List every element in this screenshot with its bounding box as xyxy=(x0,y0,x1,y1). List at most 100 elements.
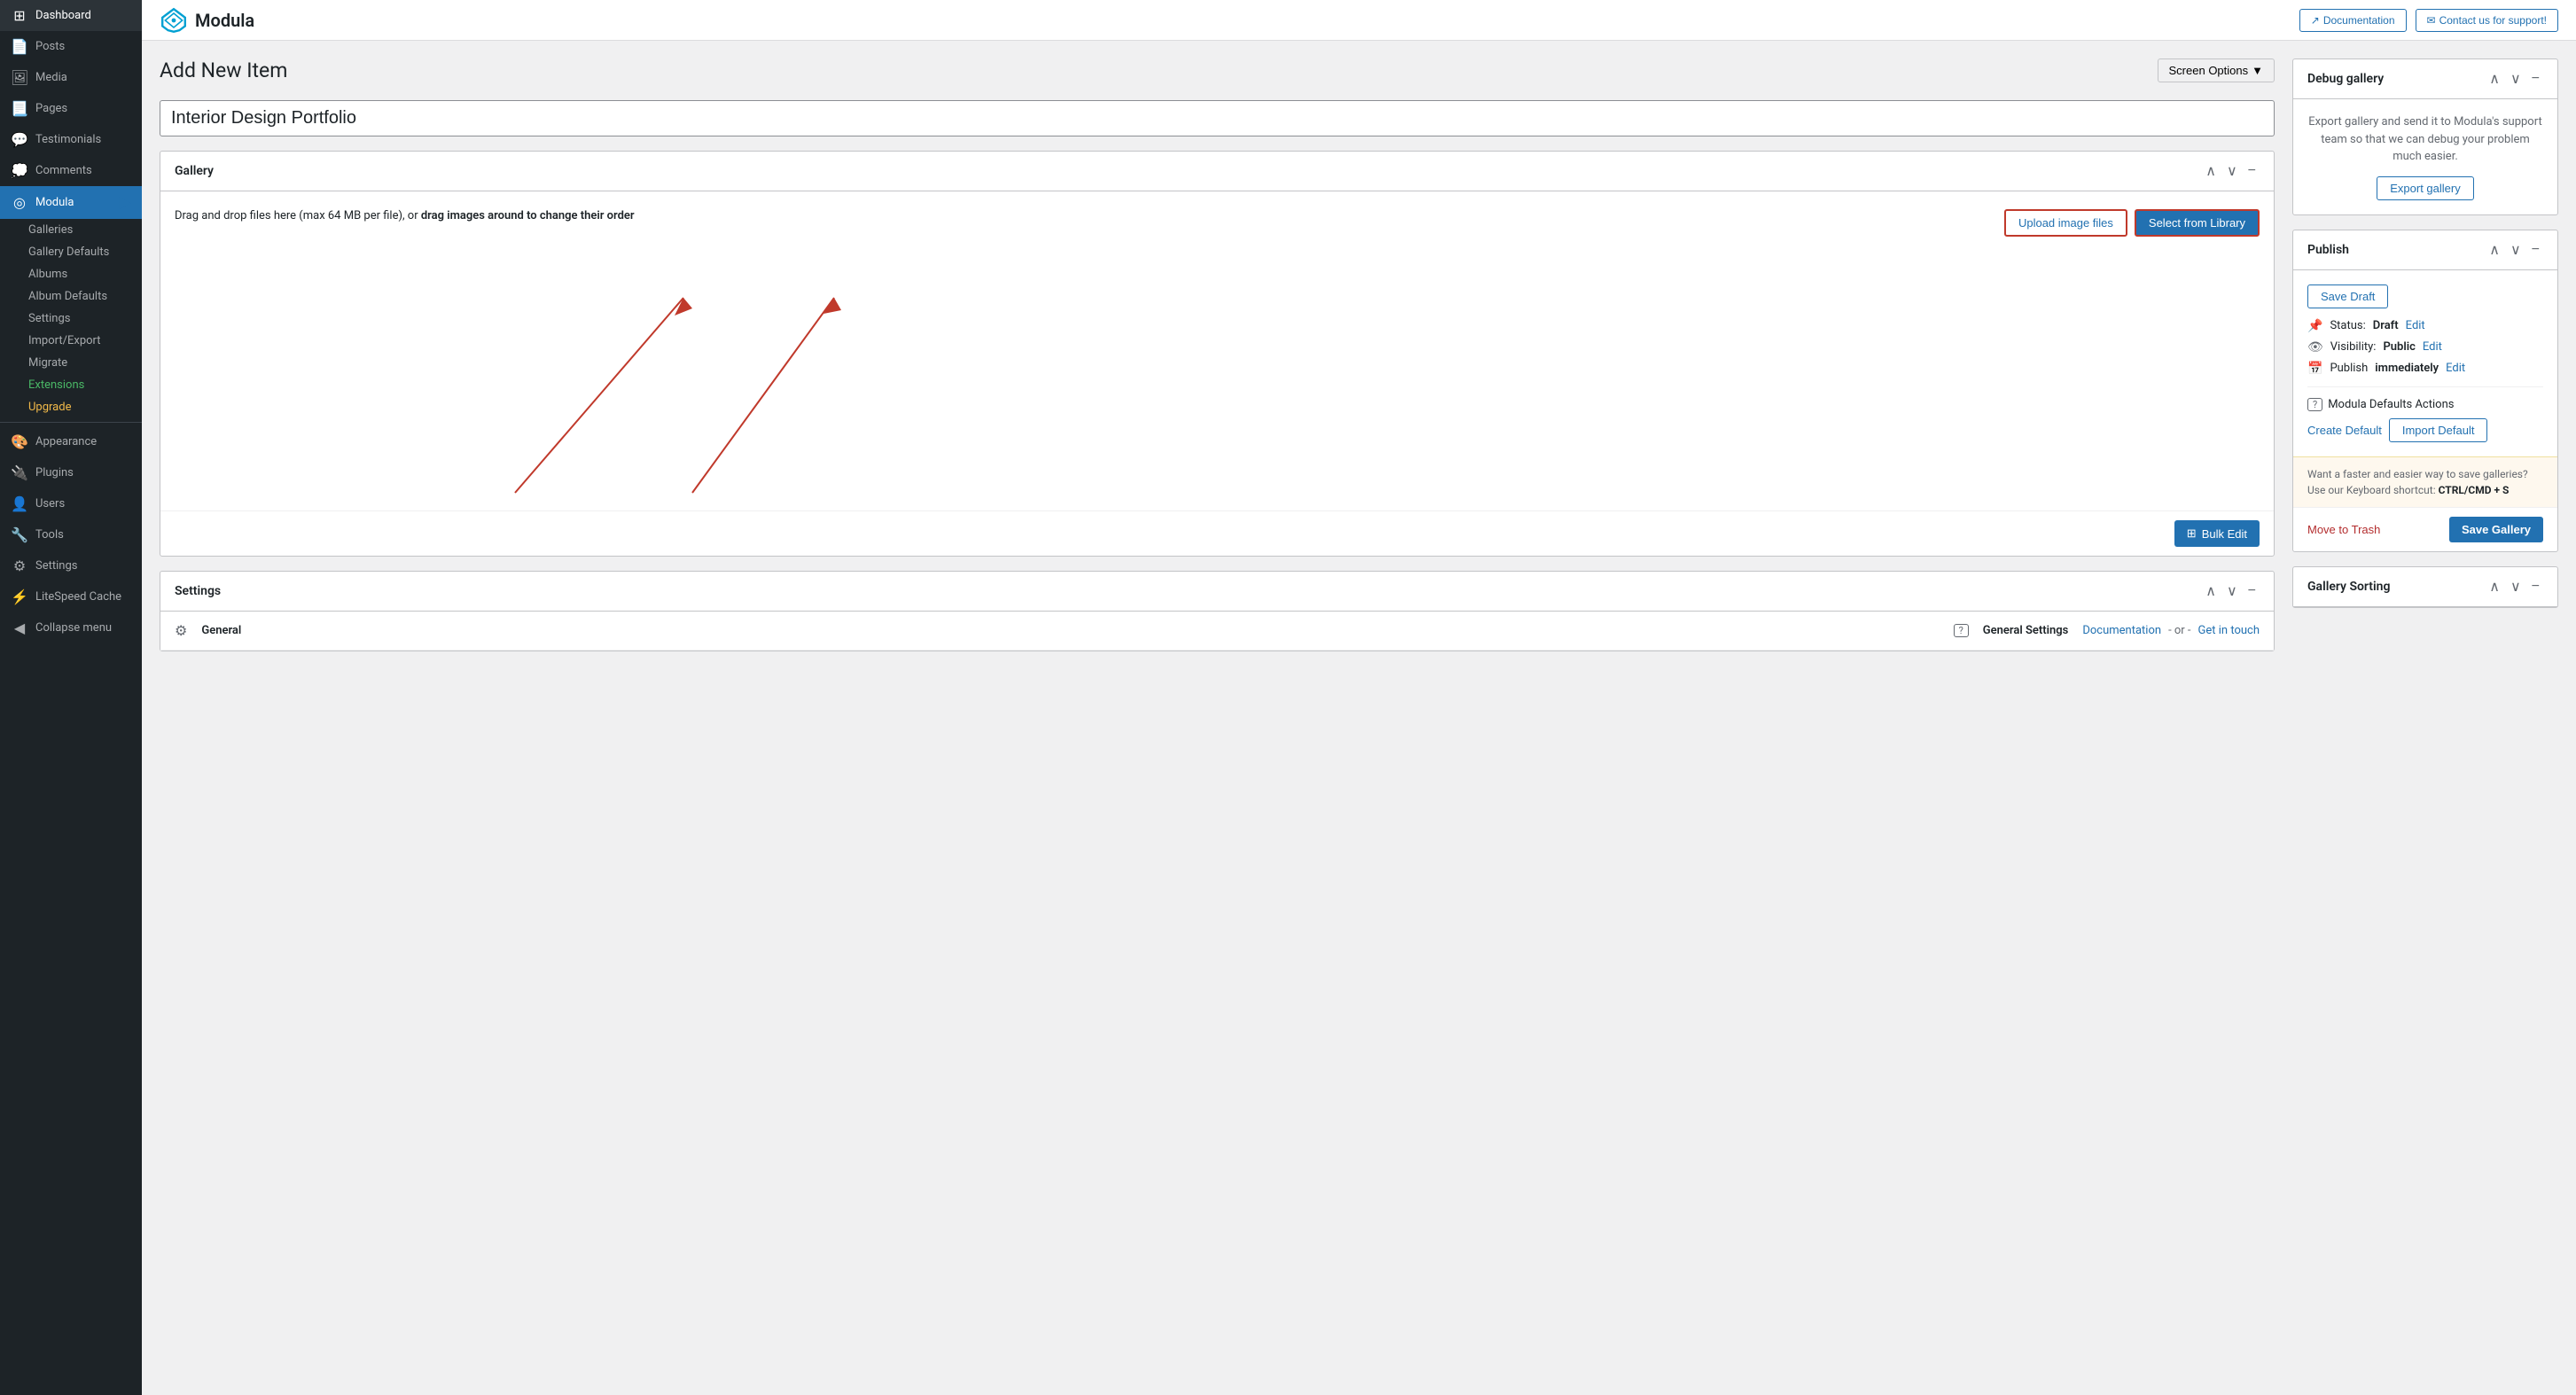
settings-panel-toggle[interactable]: − xyxy=(2244,581,2260,602)
bulk-edit-row: ⊞ Bulk Edit xyxy=(160,510,2274,556)
debug-panel-collapse-up[interactable]: ∧ xyxy=(2486,68,2503,90)
sidebar-item-media[interactable]: 🖼 Media xyxy=(0,62,142,93)
modula-icon: ◎ xyxy=(11,194,28,211)
sidebar-sub-upgrade[interactable]: Upgrade xyxy=(0,396,142,418)
bulk-edit-button[interactable]: ⊞ Bulk Edit xyxy=(2174,520,2260,547)
modula-logo-icon xyxy=(160,6,188,35)
sidebar-sub-extensions[interactable]: Extensions xyxy=(0,374,142,396)
sidebar-item-tools[interactable]: 🔧 Tools xyxy=(0,519,142,550)
sidebar-item-plugins[interactable]: 🔌 Plugins xyxy=(0,457,142,488)
gallery-panel-controls: ∧ ∨ − xyxy=(2202,160,2260,182)
publish-panel-collapse-up[interactable]: ∧ xyxy=(2486,239,2503,261)
tools-icon: 🔧 xyxy=(11,526,28,543)
sidebar-item-settings[interactable]: ⚙ Settings xyxy=(0,550,142,581)
visibility-edit-link[interactable]: Edit xyxy=(2423,340,2442,354)
status-row: 📌 Status: Draft Edit xyxy=(2307,319,2543,333)
sidebar-item-pages[interactable]: 📃 Pages xyxy=(0,93,142,124)
screen-options-button[interactable]: Screen Options ▼ xyxy=(2158,58,2275,82)
publish-footer: Move to Trash Save Gallery xyxy=(2293,507,2557,551)
settings-panel-collapse-down[interactable]: ∨ xyxy=(2223,581,2241,602)
settings-panel-collapse-up[interactable]: ∧ xyxy=(2202,581,2220,602)
sidebar-sub-album-defaults[interactable]: Album Defaults xyxy=(0,285,142,308)
sidebar-item-litespeed[interactable]: ⚡ LiteSpeed Cache xyxy=(0,581,142,612)
settings-general-label: General xyxy=(201,624,1939,637)
gallery-sorting-panel: Gallery Sorting ∧ ∨ − xyxy=(2292,566,2558,608)
debug-panel: Debug gallery ∧ ∨ − Export gallery and s… xyxy=(2292,58,2558,215)
contact-support-button[interactable]: ✉ Contact us for support! xyxy=(2416,9,2558,32)
sidebar-item-modula[interactable]: ◎ Modula ▶ xyxy=(0,186,142,219)
brand-name: Modula xyxy=(195,10,254,31)
import-default-button[interactable]: Import Default xyxy=(2389,418,2488,442)
gallery-sorting-collapse-down[interactable]: ∨ xyxy=(2507,576,2525,597)
pages-icon: 📃 xyxy=(11,100,28,117)
create-default-button[interactable]: Create Default xyxy=(2307,418,2382,442)
gallery-panel-body: Drag and drop files here (max 64 MB per … xyxy=(160,191,2274,510)
gallery-sorting-toggle[interactable]: − xyxy=(2528,576,2543,597)
sidebar-item-comments[interactable]: 💭 Comments xyxy=(0,155,142,186)
sidebar-sub-import-export[interactable]: Import/Export xyxy=(0,330,142,352)
settings-panel: Settings ∧ ∨ − ⚙ General ? General Setti… xyxy=(160,571,2275,651)
sidebar-sub-gallery-defaults[interactable]: Gallery Defaults xyxy=(0,241,142,263)
modula-defaults-buttons: Create Default Import Default xyxy=(2307,418,2543,442)
status-edit-link[interactable]: Edit xyxy=(2406,319,2425,332)
sidebar-item-label: LiteSpeed Cache xyxy=(35,590,121,604)
gallery-buttons: Upload image files Select from Library xyxy=(2004,209,2260,237)
chevron-down-icon: ▼ xyxy=(2252,64,2263,77)
upload-image-files-button[interactable]: Upload image files xyxy=(2004,209,2127,237)
sidebar-sub-galleries[interactable]: Galleries xyxy=(0,219,142,241)
sidebar-sub-albums[interactable]: Albums xyxy=(0,263,142,285)
publish-panel: Publish ∧ ∨ − Save Draft 📌 Status: Draft xyxy=(2292,230,2558,552)
move-to-trash-button[interactable]: Move to Trash xyxy=(2307,523,2380,536)
documentation-button[interactable]: ↗ Documentation xyxy=(2299,9,2407,32)
top-bar-actions: ↗ Documentation ✉ Contact us for support… xyxy=(2299,9,2558,32)
sidebar-sub-settings[interactable]: Settings xyxy=(0,308,142,330)
settings-documentation-link[interactable]: Documentation xyxy=(2082,624,2161,637)
save-gallery-button[interactable]: Save Gallery xyxy=(2449,517,2543,542)
sidebar: ⊞ Dashboard 📄 Posts 🖼 Media 📃 Pages 💬 Te… xyxy=(0,0,142,1395)
active-indicator: ▶ xyxy=(119,193,131,212)
debug-panel-collapse-down[interactable]: ∨ xyxy=(2507,68,2525,90)
page-left: Add New Item Screen Options ▼ Gallery ∧ … xyxy=(160,58,2275,1377)
publish-meta: 📌 Status: Draft Edit 👁 Visibility: Publi… xyxy=(2307,319,2543,376)
sidebar-item-users[interactable]: 👤 Users xyxy=(0,488,142,519)
gallery-panel: Gallery ∧ ∨ − Drag and drop files here (… xyxy=(160,151,2275,557)
sidebar-item-collapse[interactable]: ◀ Collapse menu xyxy=(0,612,142,643)
gallery-panel-collapse-down[interactable]: ∨ xyxy=(2223,160,2241,182)
visibility-label: Visibility: xyxy=(2330,340,2377,354)
gallery-panel-title: Gallery xyxy=(175,164,214,178)
gallery-sorting-collapse-up[interactable]: ∧ xyxy=(2486,576,2503,597)
gallery-title-input[interactable] xyxy=(160,100,2275,136)
settings-icon: ⚙ xyxy=(11,557,28,574)
publish-edit-link[interactable]: Edit xyxy=(2446,362,2465,375)
publish-panel-toggle[interactable]: − xyxy=(2528,239,2543,261)
gear-icon: ⚙ xyxy=(175,622,187,639)
debug-panel-toggle[interactable]: − xyxy=(2528,68,2543,90)
sidebar-item-appearance[interactable]: 🎨 Appearance xyxy=(0,426,142,457)
email-icon: ✉ xyxy=(2427,14,2436,27)
save-draft-button[interactable]: Save Draft xyxy=(2307,284,2388,308)
sidebar-item-dashboard[interactable]: ⊞ Dashboard xyxy=(0,0,142,31)
page-header-row: Add New Item Screen Options ▼ xyxy=(160,58,2275,82)
gallery-panel-toggle[interactable]: − xyxy=(2244,160,2260,182)
debug-panel-controls: ∧ ∨ − xyxy=(2486,68,2543,90)
status-value: Draft xyxy=(2373,319,2399,332)
gallery-panel-collapse-up[interactable]: ∧ xyxy=(2202,160,2220,182)
publish-panel-collapse-down[interactable]: ∨ xyxy=(2507,239,2525,261)
brand-logo: Modula xyxy=(160,6,254,35)
general-settings-title: General Settings xyxy=(1983,624,2069,637)
settings-panel-header: Settings ∧ ∨ − xyxy=(160,572,2274,612)
sidebar-item-posts[interactable]: 📄 Posts xyxy=(0,31,142,62)
litespeed-icon: ⚡ xyxy=(11,588,28,605)
visibility-value: Public xyxy=(2383,340,2415,354)
sidebar-sub-migrate[interactable]: Migrate xyxy=(0,352,142,374)
publish-panel-header: Publish ∧ ∨ − xyxy=(2293,230,2557,270)
select-from-library-button[interactable]: Select from Library xyxy=(2135,209,2260,237)
comments-icon: 💭 xyxy=(11,162,28,179)
get-in-touch-link[interactable]: Get in touch xyxy=(2198,624,2260,637)
sidebar-item-testimonials[interactable]: 💬 Testimonials xyxy=(0,124,142,155)
bulk-edit-icon: ⊞ xyxy=(2187,526,2197,541)
collapse-icon: ◀ xyxy=(11,620,28,636)
export-gallery-button[interactable]: Export gallery xyxy=(2377,176,2473,200)
separator: - or - xyxy=(2168,624,2190,637)
calendar-icon: 📅 xyxy=(2307,362,2322,376)
